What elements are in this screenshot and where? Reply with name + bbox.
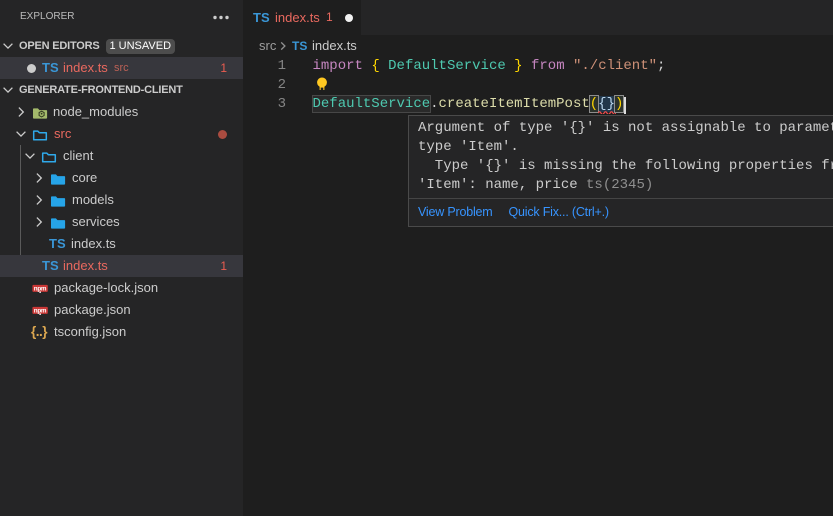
svg-text:npm: npm xyxy=(34,307,47,314)
svg-text:npm: npm xyxy=(34,285,47,292)
